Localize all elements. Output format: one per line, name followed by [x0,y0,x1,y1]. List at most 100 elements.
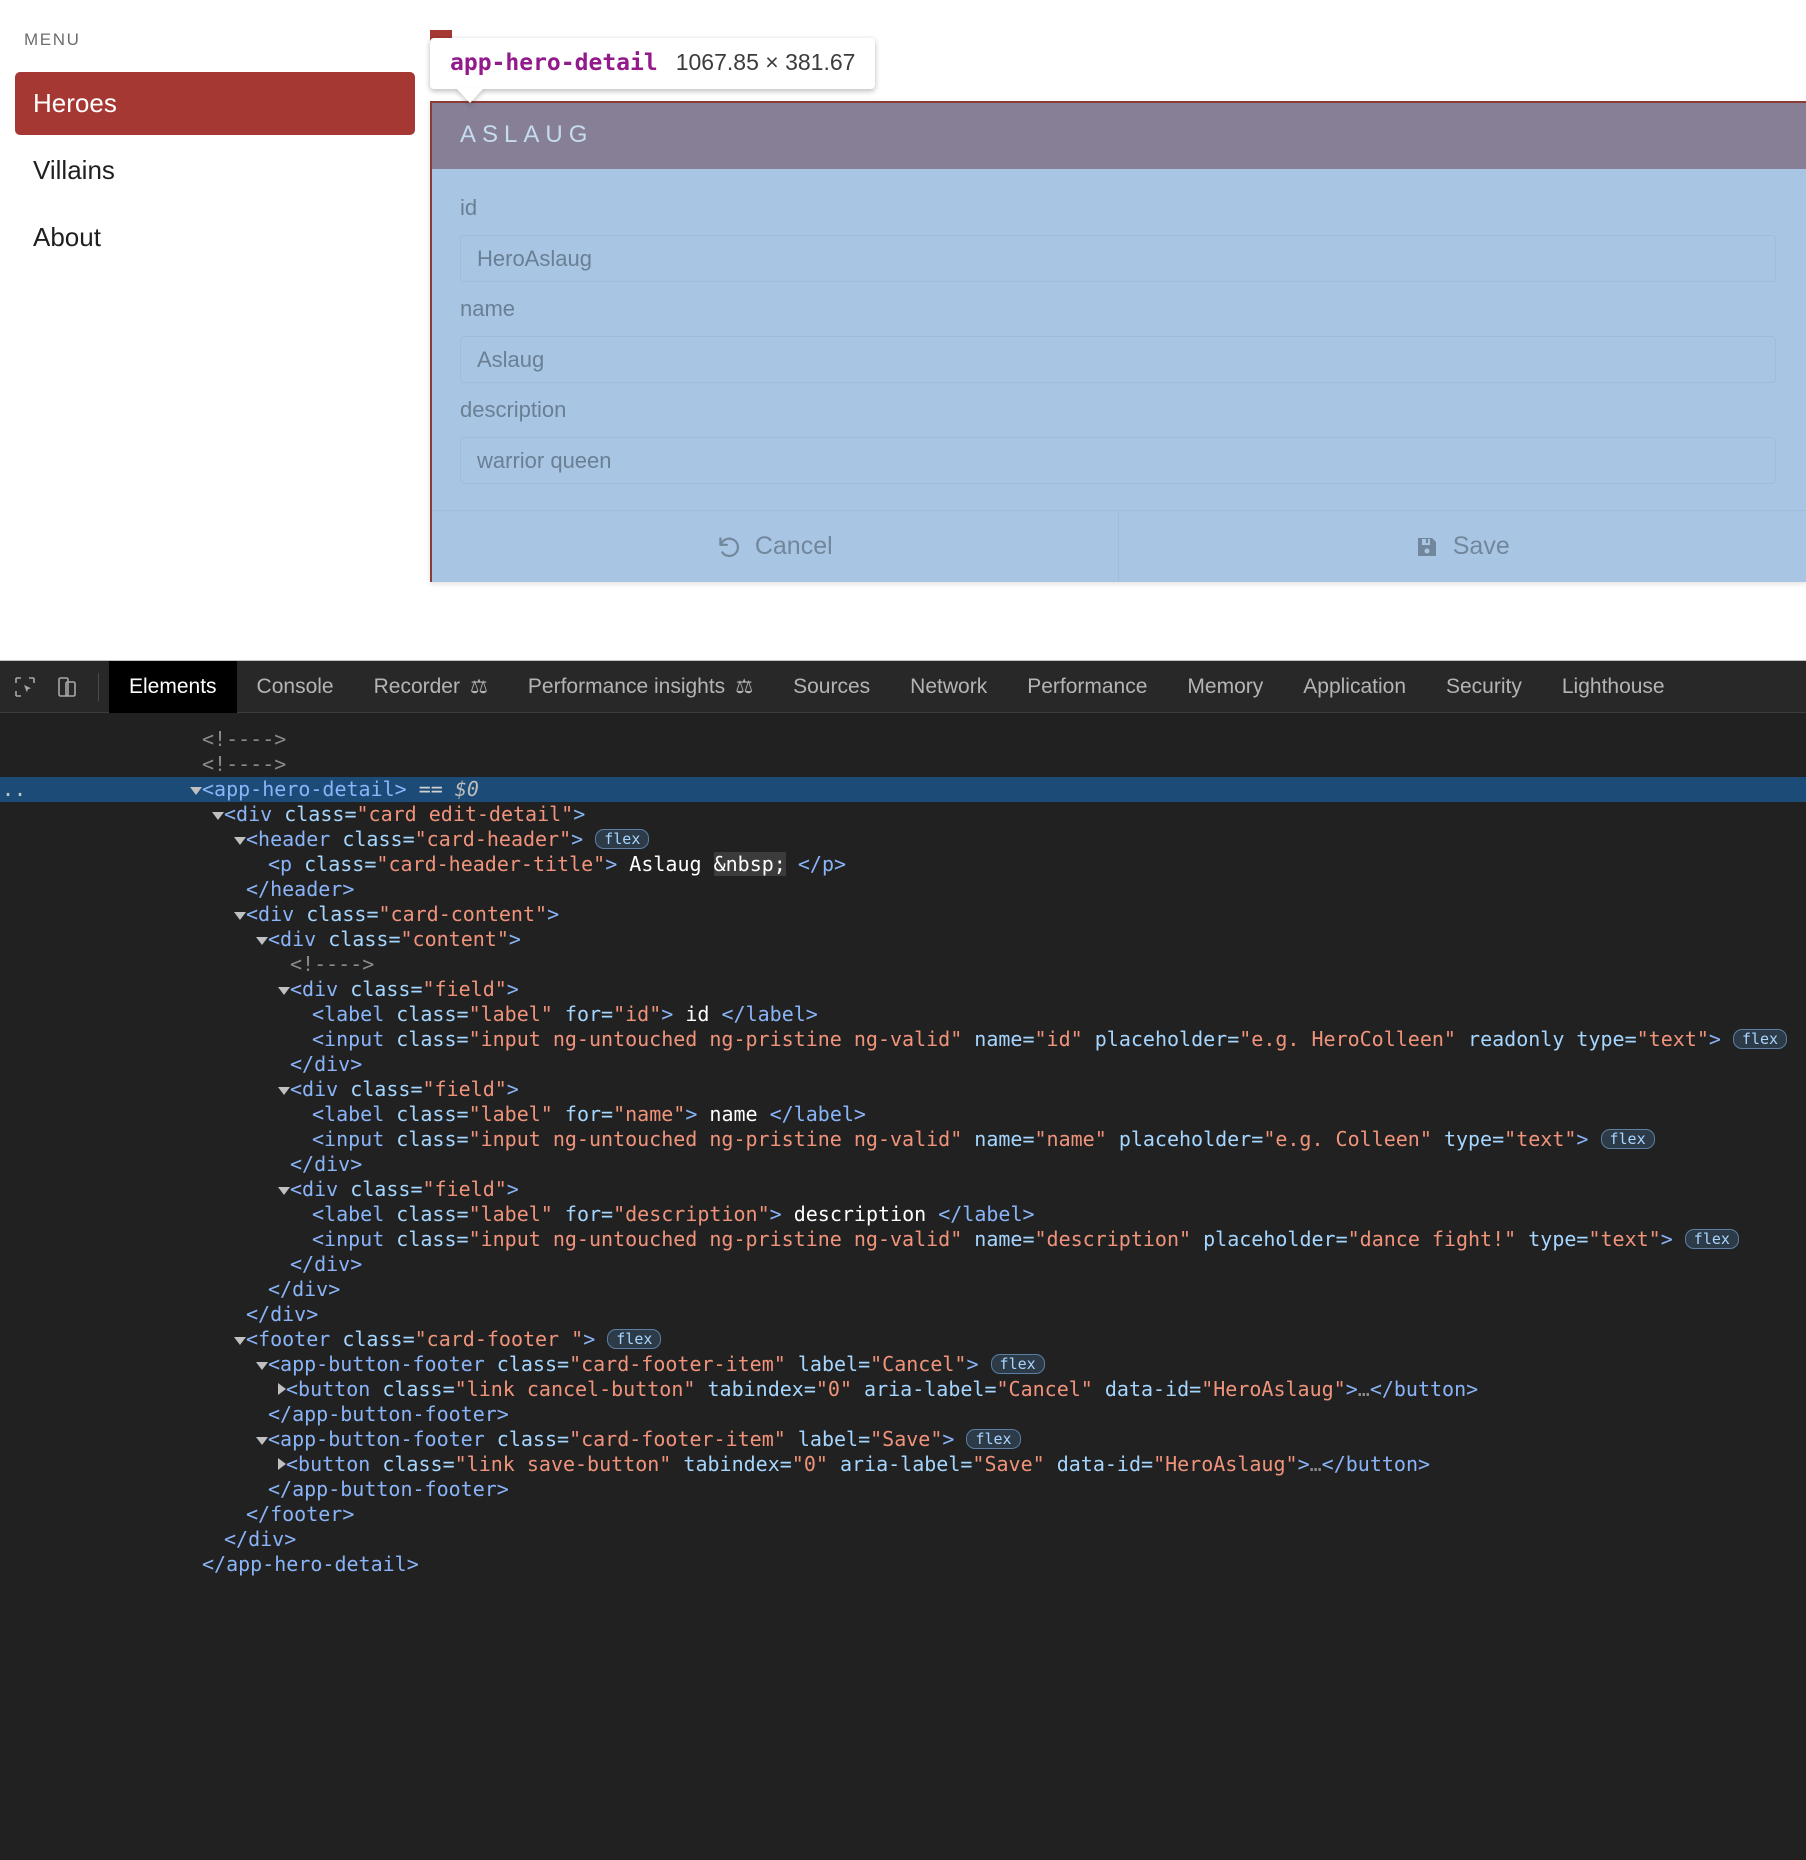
expand-triangle-icon[interactable] [278,1187,290,1195]
expand-triangle-icon[interactable] [234,1337,246,1345]
dom-tree-row[interactable]: </footer> [0,1502,1806,1527]
dom-tree-row[interactable]: <label class="label" for="name"> name </… [0,1102,1806,1127]
cancel-button-label: Cancel [754,532,833,560]
id-input[interactable] [460,235,1776,282]
tab-elements[interactable]: Elements [109,660,237,713]
expand-triangle-icon[interactable] [278,987,290,995]
tab-application[interactable]: Application [1283,661,1426,713]
tab-network-label: Network [910,674,988,698]
dom-tree-row[interactable]: <button class="link cancel-button" tabin… [0,1377,1806,1402]
tab-lighthouse[interactable]: Lighthouse [1542,661,1685,713]
floppy-disk-save-icon [1415,535,1439,559]
tab-memory-label: Memory [1187,674,1264,698]
dom-tree-row[interactable]: <!----> [0,952,1806,977]
save-button[interactable]: Save [1117,511,1806,582]
dom-tree-row[interactable]: <div class="content"> [0,927,1806,952]
tab-security[interactable]: Security [1426,661,1542,713]
dom-tree-row[interactable]: <div class="field"> [0,977,1806,1002]
dom-tree-row[interactable]: <div class="card-content"> [0,902,1806,927]
dom-tree-row[interactable]: </app-button-footer> [0,1402,1806,1427]
device-toolbar-icon[interactable] [46,666,88,708]
expand-triangle-icon[interactable] [234,912,246,920]
dom-tree-row[interactable]: </app-button-footer> [0,1477,1806,1502]
sidebar-item-heroes[interactable]: Heroes [15,72,415,135]
dom-tree-row[interactable]: <!----> [0,752,1806,777]
undo-icon [715,534,741,560]
dom-tree-row[interactable]: </header> [0,877,1806,902]
inspect-badge-dimensions: 1067.85 × 381.67 [675,49,856,75]
dom-tree-row[interactable]: <header class="card-header"> flex [0,827,1806,852]
dom-tree-row[interactable]: </app-hero-detail> [0,1552,1806,1577]
field-name: name [460,296,1776,383]
save-button-label: Save [1452,532,1510,560]
dom-tree-row[interactable]: </div> [0,1527,1806,1552]
dom-tree[interactable]: <!----> <!----> <app-hero-detail> == $0.. <… [0,713,1806,1577]
selected-row-marker: .. [2,777,27,801]
tab-sources-label: Sources [793,674,871,698]
tab-recorder-label: Recorder [373,674,460,698]
dom-tree-row[interactable]: <button class="link save-button" tabinde… [0,1452,1806,1477]
sidebar-item-about[interactable]: About [15,206,415,269]
tab-performance-label: Performance [1027,674,1148,698]
dom-tree-row[interactable]: </div> [0,1277,1806,1302]
flask-icon: ⚖ [735,675,754,698]
inspect-badge-tagname: app-hero-detail [450,50,658,76]
field-id: id [460,195,1776,282]
expand-triangle-icon[interactable] [234,837,246,845]
dom-tree-row[interactable]: </div> [0,1152,1806,1177]
tab-performance-insights-label: Performance insights [527,674,726,698]
dom-tree-row[interactable]: <p class="card-header-title"> Aslaug &nb… [0,852,1806,877]
dom-tree-row[interactable]: </div> [0,1302,1806,1327]
tab-performance-insights[interactable]: Performance insights ⚖ [508,661,773,713]
dom-tree-row[interactable]: </div> [0,1052,1806,1077]
expand-triangle-icon[interactable] [278,1087,290,1095]
dom-tree-row[interactable]: <div class="card edit-detail"> [0,802,1806,827]
cancel-button[interactable]: Cancel [430,511,1118,582]
flask-icon: ⚖ [469,675,488,698]
tab-console[interactable]: Console [237,661,354,713]
description-input[interactable] [460,437,1776,484]
dom-tree-row[interactable]: <input class="input ng-untouched ng-pris… [0,1227,1806,1252]
dom-tree-row[interactable]: <div class="field"> [0,1177,1806,1202]
dom-tree-row[interactable]: <!----> [0,727,1806,752]
sidebar-item-villains[interactable]: Villains [15,139,415,202]
tab-network[interactable]: Network [890,661,1007,713]
field-label-id: id [460,195,478,220]
dom-tree-row[interactable]: <input class="input ng-untouched ng-pris… [0,1127,1806,1152]
dom-tree-row[interactable]: <label class="label" for="description"> … [0,1202,1806,1227]
inspect-element-badge: app-hero-detail 1067.85 × 381.67 [430,38,876,103]
expand-triangle-icon[interactable] [212,812,224,820]
expand-triangle-icon[interactable] [256,1437,268,1445]
card-header: ASLAUG [430,101,1806,169]
expand-triangle-icon[interactable] [190,787,202,795]
tab-security-label: Security [1446,674,1522,698]
dom-tree-row[interactable]: <footer class="card-footer "> flex [0,1327,1806,1352]
dom-tree-row[interactable]: <input class="input ng-untouched ng-pris… [0,1027,1806,1052]
expand-triangle-icon[interactable] [256,1362,268,1370]
dom-tree-row[interactable]: <app-button-footer class="card-footer-it… [0,1427,1806,1452]
tab-elements-label: Elements [129,674,217,698]
card-header-title: ASLAUG [460,121,594,148]
dom-tree-row[interactable]: <label class="label" for="id"> id </labe… [0,1002,1806,1027]
collapse-triangle-icon[interactable] [278,1458,286,1470]
name-input[interactable] [460,336,1776,383]
dom-tree-row[interactable]: <app-hero-detail> == $0.. [0,777,1806,802]
tab-sources[interactable]: Sources [773,661,890,713]
inspect-badge-arrow [456,88,484,103]
toolbar-divider [98,672,99,701]
browser-page-viewport: MENU Heroes Villains About ASLAUG id nam… [0,0,1806,660]
tab-recorder[interactable]: Recorder ⚖ [354,661,508,713]
field-description: description [460,397,1776,484]
tab-performance[interactable]: Performance [1007,661,1167,713]
inspect-element-icon[interactable] [4,666,46,708]
dom-tree-row[interactable]: <app-button-footer class="card-footer-it… [0,1352,1806,1377]
dom-tree-row[interactable]: </div> [0,1252,1806,1277]
dom-tree-row[interactable]: <div class="field"> [0,1077,1806,1102]
expand-triangle-icon[interactable] [256,937,268,945]
tab-console-label: Console [256,674,334,698]
card-footer: Cancel Save [430,510,1806,582]
tab-application-label: Application [1303,674,1406,698]
collapse-triangle-icon[interactable] [278,1383,286,1395]
field-label-description: description [460,397,567,422]
tab-memory[interactable]: Memory [1167,661,1283,713]
